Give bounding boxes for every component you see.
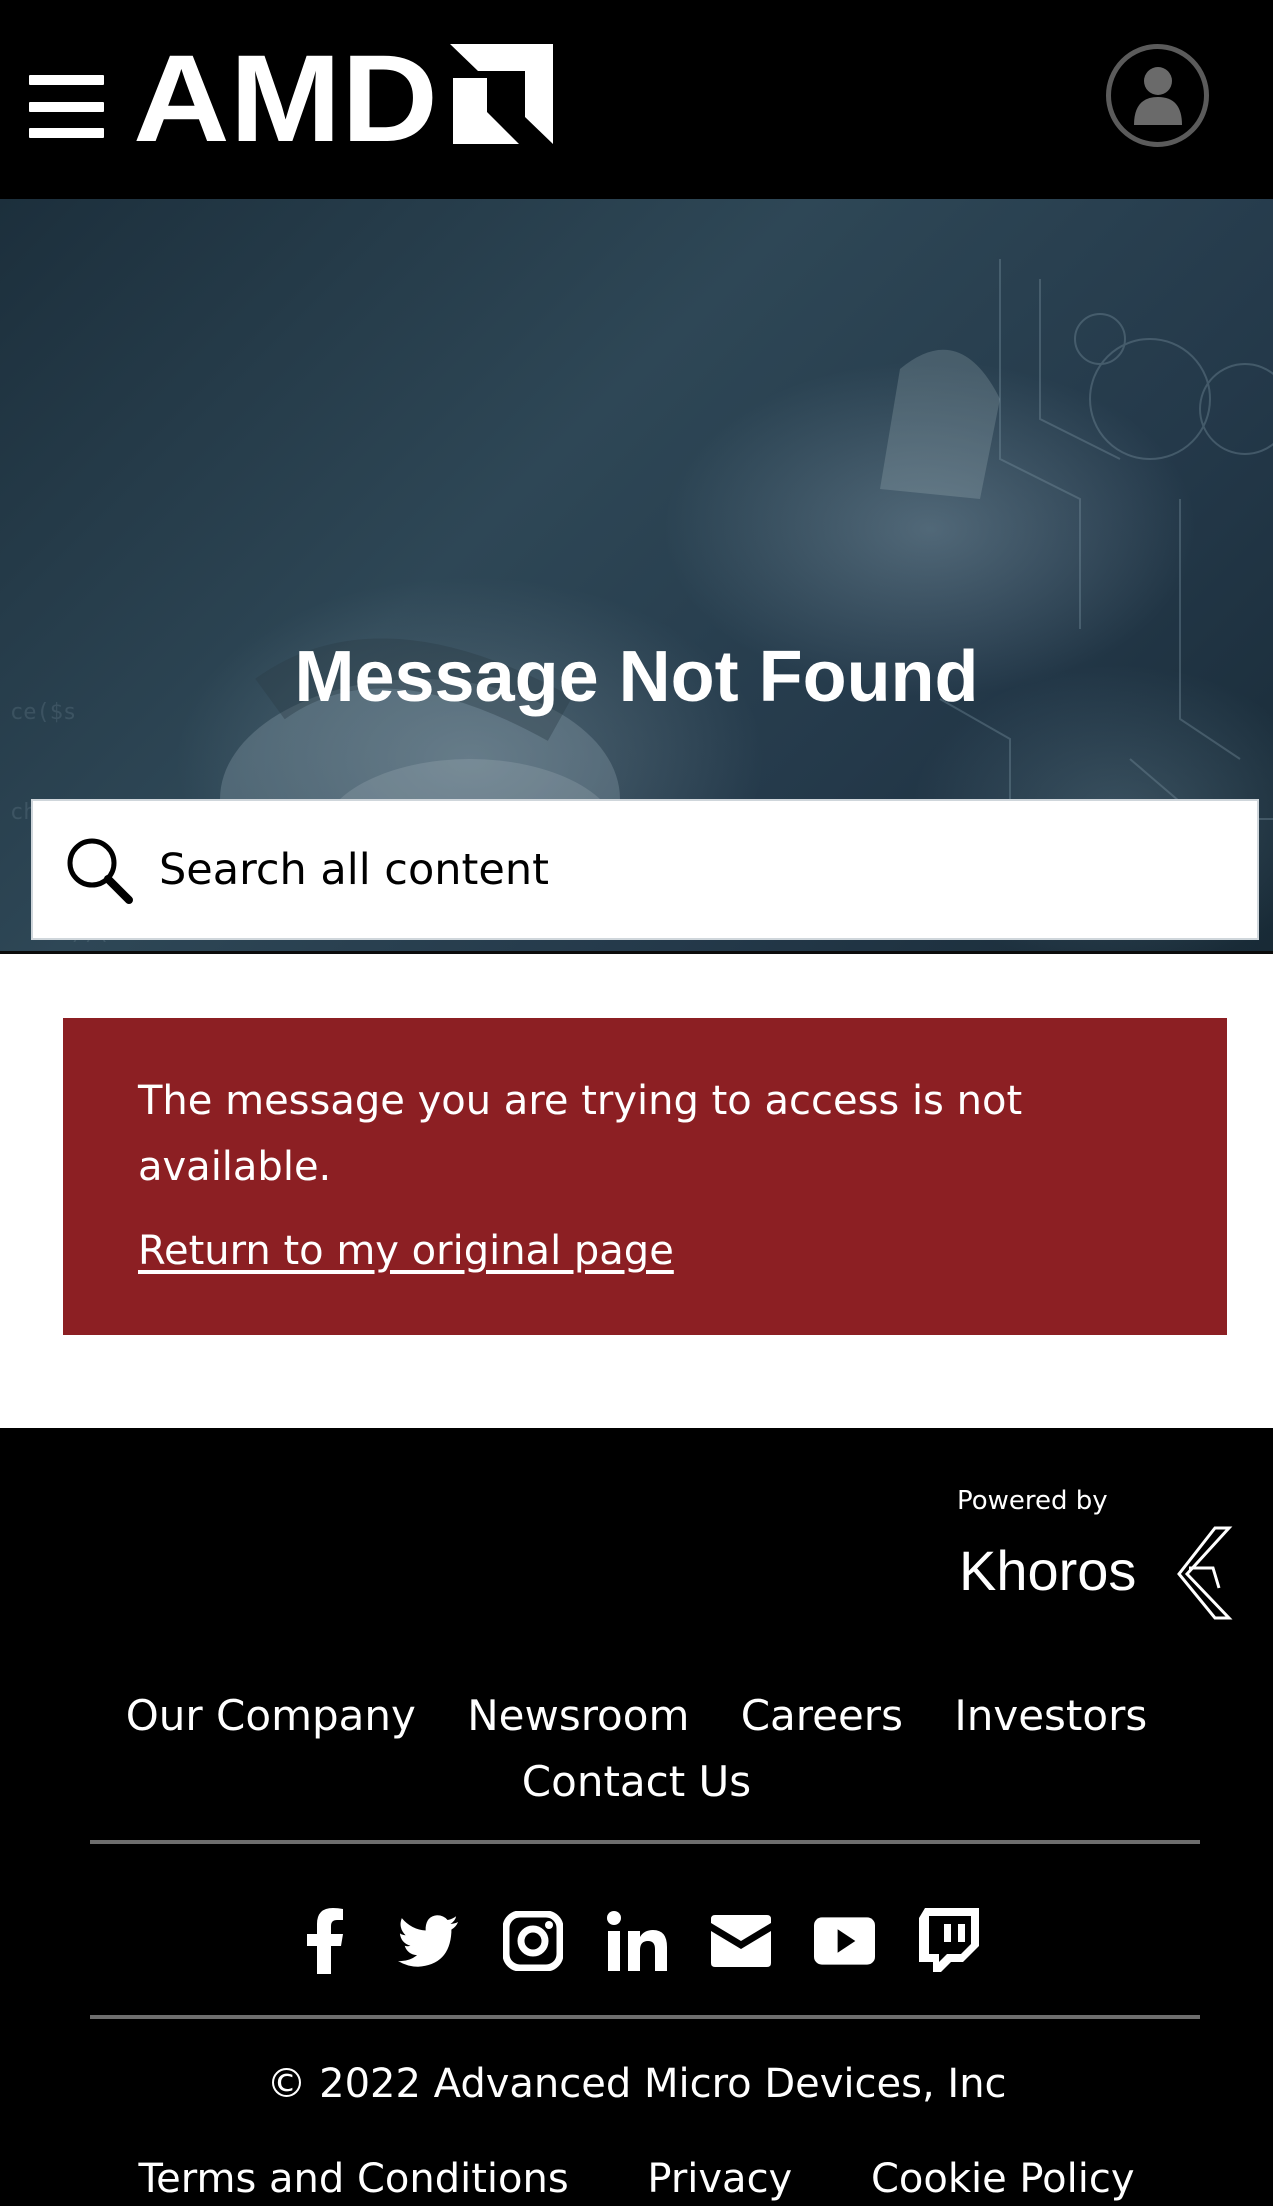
khoros-logo[interactable]: Khoros <box>957 1524 1235 1622</box>
linkedin-icon[interactable] <box>606 1908 667 1974</box>
page-title: Message Not Found <box>294 637 979 717</box>
email-icon[interactable] <box>710 1908 771 1974</box>
youtube-icon[interactable] <box>814 1908 875 1974</box>
search-bar[interactable] <box>31 799 1259 940</box>
nav-newsroom[interactable]: Newsroom <box>467 1691 689 1740</box>
footer-divider <box>90 2015 1200 2019</box>
hamburger-menu-icon[interactable] <box>29 75 104 138</box>
footer-divider <box>90 1840 1200 1844</box>
user-avatar-icon[interactable] <box>1106 44 1209 147</box>
copyright-text: © 2022 Advanced Micro Devices, Inc <box>266 2061 1007 2107</box>
nav-contact-us[interactable]: Contact Us <box>522 1757 751 1806</box>
error-message: The message you are trying to access is … <box>138 1078 1023 1190</box>
privacy-link[interactable]: Privacy <box>647 2156 792 2202</box>
twitter-icon[interactable] <box>398 1908 459 1974</box>
svg-text:AMD: AMD <box>133 44 438 148</box>
amd-logo[interactable]: AMD <box>133 44 553 148</box>
twitch-icon[interactable] <box>918 1908 979 1974</box>
cookie-policy-link[interactable]: Cookie Policy <box>871 2156 1135 2202</box>
terms-link[interactable]: Terms and Conditions <box>138 2156 568 2202</box>
nav-our-company[interactable]: Our Company <box>126 1691 416 1740</box>
site-footer: Powered by Khoros Our Company Newsroom C… <box>0 1428 1273 2206</box>
main-content: The message you are trying to access is … <box>0 954 1273 1428</box>
facebook-icon[interactable] <box>294 1908 355 1974</box>
search-input[interactable] <box>157 818 1257 921</box>
error-alert: The message you are trying to access is … <box>63 1018 1227 1335</box>
social-links <box>0 1908 1273 1974</box>
search-icon[interactable] <box>63 834 135 906</box>
footer-nav: Our Company Newsroom Careers Investors C… <box>0 1683 1273 1815</box>
top-navigation-bar: AMD <box>0 0 1273 199</box>
legal-links: Terms and Conditions Privacy Cookie Poli… <box>0 2156 1273 2202</box>
hero-banner: chset, code-8 me'))( ce($s Message Not F… <box>0 199 1273 954</box>
instagram-icon[interactable] <box>502 1908 563 1974</box>
return-original-page-link[interactable]: Return to my original page <box>138 1228 674 1274</box>
nav-investors[interactable]: Investors <box>954 1691 1147 1740</box>
powered-by-label: Powered by <box>957 1486 1108 1516</box>
nav-careers[interactable]: Careers <box>741 1691 903 1740</box>
khoros-logo-text: Khoros <box>959 1539 1136 1602</box>
